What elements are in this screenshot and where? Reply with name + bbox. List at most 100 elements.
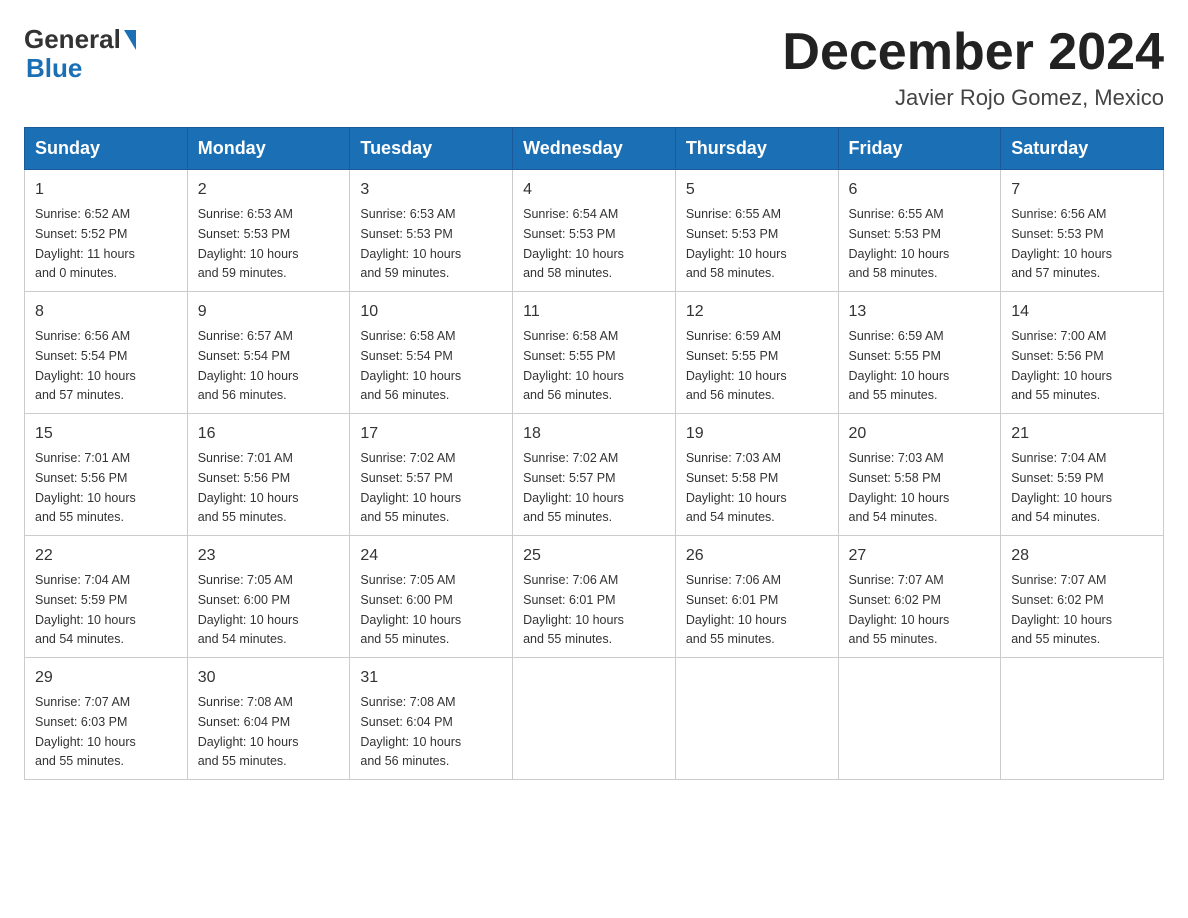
day-info: Sunrise: 6:55 AMSunset: 5:53 PMDaylight:… [686,207,787,280]
day-info: Sunrise: 7:07 AMSunset: 6:02 PMDaylight:… [1011,573,1112,646]
day-cell: 27 Sunrise: 7:07 AMSunset: 6:02 PMDaylig… [838,536,1001,658]
day-cell: 21 Sunrise: 7:04 AMSunset: 5:59 PMDaylig… [1001,414,1164,536]
day-number: 31 [360,666,502,690]
day-info: Sunrise: 7:07 AMSunset: 6:03 PMDaylight:… [35,695,136,768]
title-section: December 2024 Javier Rojo Gomez, Mexico [782,24,1164,111]
day-info: Sunrise: 7:08 AMSunset: 6:04 PMDaylight:… [360,695,461,768]
day-info: Sunrise: 7:08 AMSunset: 6:04 PMDaylight:… [198,695,299,768]
day-info: Sunrise: 6:53 AMSunset: 5:53 PMDaylight:… [360,207,461,280]
day-number: 26 [686,544,828,568]
weekday-header-wednesday: Wednesday [513,128,676,170]
day-cell: 4 Sunrise: 6:54 AMSunset: 5:53 PMDayligh… [513,170,676,292]
day-cell: 16 Sunrise: 7:01 AMSunset: 5:56 PMDaylig… [187,414,350,536]
day-number: 17 [360,422,502,446]
day-number: 16 [198,422,340,446]
day-info: Sunrise: 7:01 AMSunset: 5:56 PMDaylight:… [35,451,136,524]
day-info: Sunrise: 6:56 AMSunset: 5:53 PMDaylight:… [1011,207,1112,280]
day-number: 9 [198,300,340,324]
day-cell: 8 Sunrise: 6:56 AMSunset: 5:54 PMDayligh… [25,292,188,414]
day-number: 19 [686,422,828,446]
week-row-2: 8 Sunrise: 6:56 AMSunset: 5:54 PMDayligh… [25,292,1164,414]
day-cell: 5 Sunrise: 6:55 AMSunset: 5:53 PMDayligh… [675,170,838,292]
day-number: 20 [849,422,991,446]
day-number: 8 [35,300,177,324]
day-cell [513,658,676,780]
day-info: Sunrise: 7:07 AMSunset: 6:02 PMDaylight:… [849,573,950,646]
day-cell: 10 Sunrise: 6:58 AMSunset: 5:54 PMDaylig… [350,292,513,414]
day-info: Sunrise: 6:59 AMSunset: 5:55 PMDaylight:… [849,329,950,402]
day-cell [1001,658,1164,780]
calendar-table: SundayMondayTuesdayWednesdayThursdayFrid… [24,127,1164,780]
weekday-header-row: SundayMondayTuesdayWednesdayThursdayFrid… [25,128,1164,170]
day-cell: 29 Sunrise: 7:07 AMSunset: 6:03 PMDaylig… [25,658,188,780]
page-header: General Blue December 2024 Javier Rojo G… [24,24,1164,111]
day-cell: 24 Sunrise: 7:05 AMSunset: 6:00 PMDaylig… [350,536,513,658]
day-info: Sunrise: 7:06 AMSunset: 6:01 PMDaylight:… [523,573,624,646]
day-number: 29 [35,666,177,690]
day-cell: 13 Sunrise: 6:59 AMSunset: 5:55 PMDaylig… [838,292,1001,414]
day-info: Sunrise: 7:02 AMSunset: 5:57 PMDaylight:… [360,451,461,524]
day-info: Sunrise: 7:06 AMSunset: 6:01 PMDaylight:… [686,573,787,646]
day-cell: 22 Sunrise: 7:04 AMSunset: 5:59 PMDaylig… [25,536,188,658]
day-number: 6 [849,178,991,202]
day-number: 13 [849,300,991,324]
day-cell: 23 Sunrise: 7:05 AMSunset: 6:00 PMDaylig… [187,536,350,658]
day-cell: 14 Sunrise: 7:00 AMSunset: 5:56 PMDaylig… [1001,292,1164,414]
day-cell: 26 Sunrise: 7:06 AMSunset: 6:01 PMDaylig… [675,536,838,658]
day-info: Sunrise: 7:02 AMSunset: 5:57 PMDaylight:… [523,451,624,524]
day-cell [675,658,838,780]
day-info: Sunrise: 7:03 AMSunset: 5:58 PMDaylight:… [849,451,950,524]
day-number: 28 [1011,544,1153,568]
logo-blue-text: Blue [26,53,82,83]
day-number: 10 [360,300,502,324]
day-number: 3 [360,178,502,202]
day-cell: 1 Sunrise: 6:52 AMSunset: 5:52 PMDayligh… [25,170,188,292]
day-info: Sunrise: 7:04 AMSunset: 5:59 PMDaylight:… [1011,451,1112,524]
logo-general-text: General [24,24,121,55]
day-info: Sunrise: 6:53 AMSunset: 5:53 PMDaylight:… [198,207,299,280]
day-cell: 12 Sunrise: 6:59 AMSunset: 5:55 PMDaylig… [675,292,838,414]
day-info: Sunrise: 6:55 AMSunset: 5:53 PMDaylight:… [849,207,950,280]
day-number: 27 [849,544,991,568]
day-cell: 7 Sunrise: 6:56 AMSunset: 5:53 PMDayligh… [1001,170,1164,292]
day-number: 30 [198,666,340,690]
day-cell: 15 Sunrise: 7:01 AMSunset: 5:56 PMDaylig… [25,414,188,536]
week-row-4: 22 Sunrise: 7:04 AMSunset: 5:59 PMDaylig… [25,536,1164,658]
weekday-header-tuesday: Tuesday [350,128,513,170]
day-number: 14 [1011,300,1153,324]
weekday-header-saturday: Saturday [1001,128,1164,170]
day-info: Sunrise: 6:58 AMSunset: 5:55 PMDaylight:… [523,329,624,402]
day-info: Sunrise: 6:57 AMSunset: 5:54 PMDaylight:… [198,329,299,402]
day-info: Sunrise: 7:05 AMSunset: 6:00 PMDaylight:… [360,573,461,646]
day-info: Sunrise: 7:03 AMSunset: 5:58 PMDaylight:… [686,451,787,524]
day-number: 22 [35,544,177,568]
day-cell: 31 Sunrise: 7:08 AMSunset: 6:04 PMDaylig… [350,658,513,780]
month-title: December 2024 [782,24,1164,81]
day-info: Sunrise: 6:59 AMSunset: 5:55 PMDaylight:… [686,329,787,402]
day-cell: 2 Sunrise: 6:53 AMSunset: 5:53 PMDayligh… [187,170,350,292]
week-row-1: 1 Sunrise: 6:52 AMSunset: 5:52 PMDayligh… [25,170,1164,292]
day-number: 23 [198,544,340,568]
logo: General Blue [24,24,139,84]
day-cell: 11 Sunrise: 6:58 AMSunset: 5:55 PMDaylig… [513,292,676,414]
day-cell: 6 Sunrise: 6:55 AMSunset: 5:53 PMDayligh… [838,170,1001,292]
weekday-header-monday: Monday [187,128,350,170]
logo-triangle-icon [124,30,136,50]
day-number: 12 [686,300,828,324]
subtitle: Javier Rojo Gomez, Mexico [782,85,1164,111]
day-cell [838,658,1001,780]
week-row-5: 29 Sunrise: 7:07 AMSunset: 6:03 PMDaylig… [25,658,1164,780]
day-cell: 20 Sunrise: 7:03 AMSunset: 5:58 PMDaylig… [838,414,1001,536]
day-number: 7 [1011,178,1153,202]
weekday-header-friday: Friday [838,128,1001,170]
day-number: 21 [1011,422,1153,446]
day-number: 25 [523,544,665,568]
day-info: Sunrise: 6:52 AMSunset: 5:52 PMDaylight:… [35,207,135,280]
day-cell: 30 Sunrise: 7:08 AMSunset: 6:04 PMDaylig… [187,658,350,780]
day-number: 4 [523,178,665,202]
day-number: 1 [35,178,177,202]
day-number: 5 [686,178,828,202]
day-cell: 17 Sunrise: 7:02 AMSunset: 5:57 PMDaylig… [350,414,513,536]
day-info: Sunrise: 7:00 AMSunset: 5:56 PMDaylight:… [1011,329,1112,402]
day-cell: 28 Sunrise: 7:07 AMSunset: 6:02 PMDaylig… [1001,536,1164,658]
